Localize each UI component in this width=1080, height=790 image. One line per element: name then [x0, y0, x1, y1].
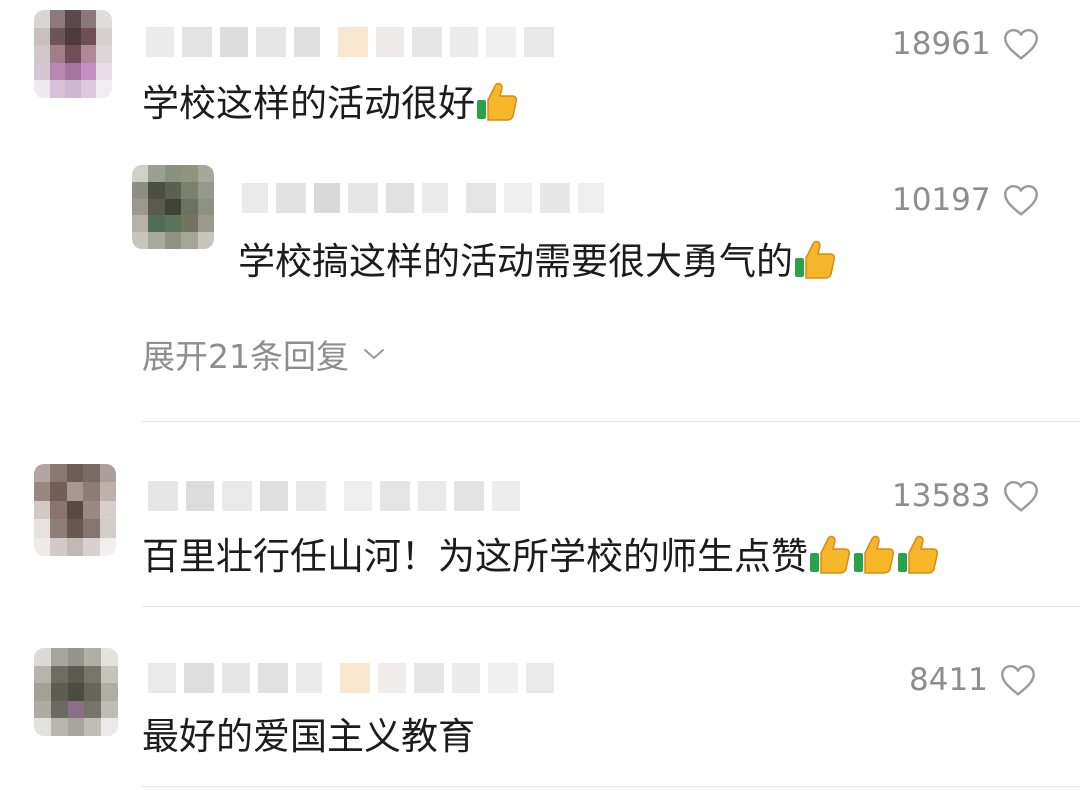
thumbs-up-emoji: [795, 240, 836, 279]
comment-text: 百里壮行任山河！为这所学校的师生点赞: [142, 533, 940, 579]
thumbs-up-emoji: [898, 535, 939, 574]
like-count: 13583: [892, 478, 991, 514]
thumbs-up-emoji: [477, 82, 518, 121]
divider: [142, 606, 1080, 607]
like-button[interactable]: 10197: [892, 182, 1039, 218]
thumbs-up-emoji: [810, 535, 851, 574]
chevron-down-icon: [364, 349, 384, 359]
comment-text: 学校这样的活动很好: [142, 80, 519, 126]
heart-outline-icon: [1003, 29, 1038, 60]
divider: [142, 786, 1080, 787]
like-button[interactable]: 18961: [892, 26, 1039, 62]
reply-text: 学校搞这样的活动需要很大勇气的: [238, 238, 837, 284]
thumbs-up-emoji: [854, 535, 895, 574]
like-count: 18961: [892, 26, 991, 62]
heart-outline-icon: [1003, 185, 1038, 216]
username-blurred[interactable]: [242, 183, 612, 213]
avatar[interactable]: [34, 10, 112, 98]
like-count: 8411: [909, 662, 988, 698]
like-button[interactable]: 8411: [909, 662, 1036, 698]
heart-outline-icon: [1003, 481, 1038, 512]
comment-text: 最好的爱国主义教育: [142, 715, 475, 758]
avatar[interactable]: [132, 165, 214, 249]
username-blurred[interactable]: [148, 663, 562, 693]
like-count: 10197: [892, 182, 991, 218]
expand-replies-label: 展开21条回复: [142, 337, 349, 376]
heart-outline-icon: [1000, 665, 1035, 696]
like-button[interactable]: 13583: [892, 478, 1039, 514]
username-blurred[interactable]: [148, 481, 528, 511]
avatar[interactable]: [34, 648, 118, 736]
expand-replies-button[interactable]: 展开21条回复: [142, 330, 385, 378]
divider: [142, 421, 1080, 422]
avatar[interactable]: [34, 464, 116, 556]
username-blurred[interactable]: [146, 27, 562, 57]
